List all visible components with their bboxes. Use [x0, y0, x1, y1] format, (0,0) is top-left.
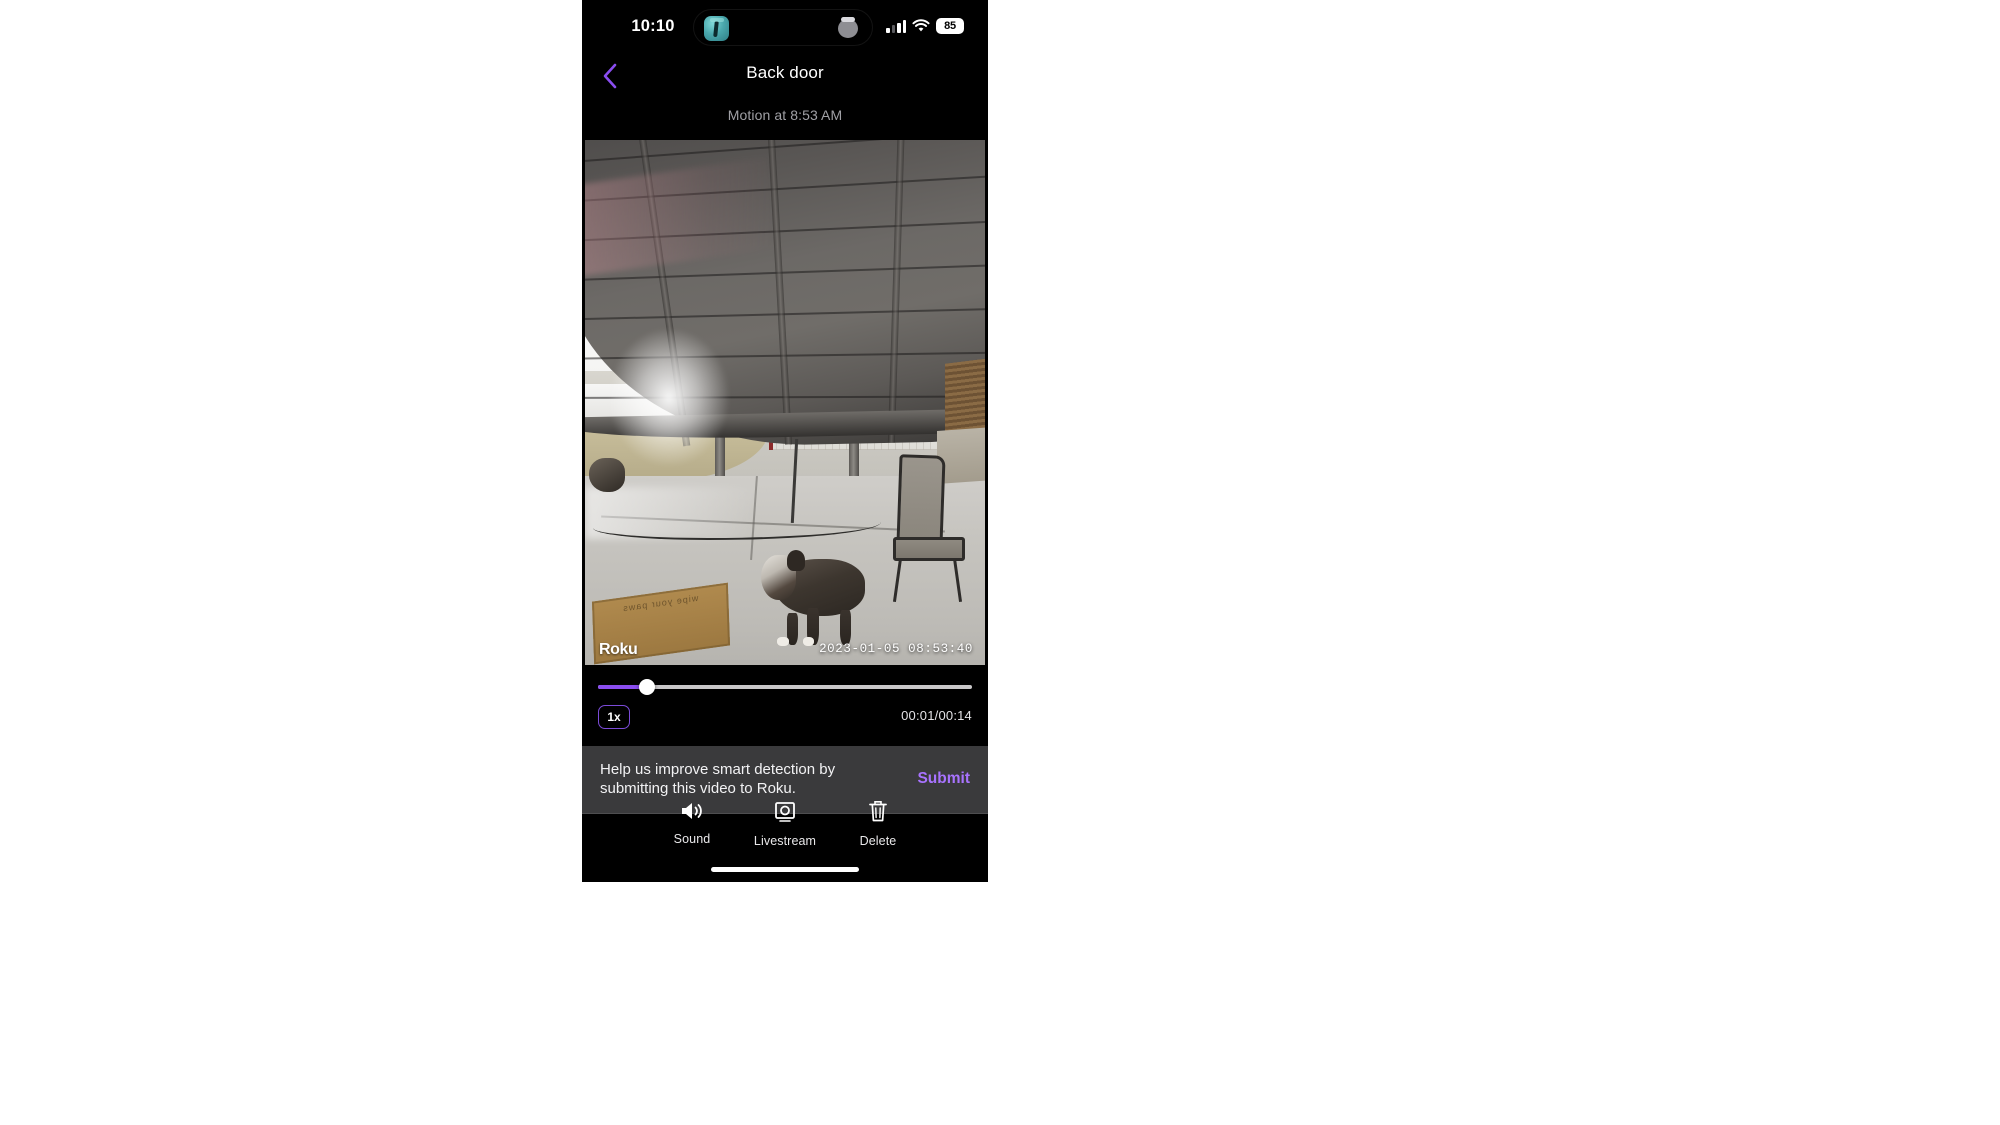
event-subtitle: Motion at 8:53 AM	[727, 107, 843, 123]
banner-message: Help us improve smart detection by submi…	[600, 761, 836, 798]
status-bar-indicators: 85	[886, 18, 964, 34]
video-player[interactable]: wipe your paws Roku 2023-01-05 08:53:40	[585, 140, 985, 665]
video-scrubber[interactable]	[598, 679, 972, 695]
sound-button[interactable]: Sound	[646, 800, 739, 848]
submit-button[interactable]: Submit	[907, 770, 970, 788]
sound-label: Sound	[673, 832, 711, 846]
sun-glare	[609, 329, 729, 466]
wifi-icon	[912, 19, 930, 33]
cellular-signal-icon	[886, 19, 906, 33]
screenshot-stage: 10:10 85 Back door Motion at 8:53 AM wip…	[0, 0, 2000, 1125]
scrubber-thumb[interactable]	[638, 679, 655, 695]
page-title: Back door	[746, 63, 824, 82]
livestream-label: Livestream	[753, 834, 817, 848]
home-indicator[interactable]	[711, 867, 859, 872]
speaker-icon	[682, 803, 702, 819]
dynamic-island[interactable]	[693, 9, 873, 46]
video-frame: wipe your paws	[585, 140, 985, 665]
battery-indicator: 85	[936, 18, 964, 34]
playback-time-label: 00:01/00:14	[901, 708, 972, 723]
livestream-button[interactable]: Livestream	[739, 800, 832, 848]
camera-app-icon[interactable]	[704, 16, 729, 41]
status-bar-time: 10:10	[631, 17, 675, 35]
navigation-bar: Back door	[582, 56, 988, 98]
delete-label: Delete	[859, 834, 897, 848]
recording-indicator	[838, 17, 858, 38]
player-controls: 1x 00:01/00:14	[598, 705, 972, 731]
background-dog	[589, 457, 625, 492]
bottom-toolbar: Sound Livestream Delete	[582, 800, 988, 848]
patio-chair	[889, 454, 977, 602]
video-timestamp: 2023-01-05 08:53:40	[819, 642, 973, 656]
status-bar: 10:10 85	[582, 0, 988, 56]
playback-speed-button[interactable]: 1x	[598, 705, 630, 729]
trash-icon	[869, 801, 887, 822]
delete-button[interactable]: Delete	[832, 800, 925, 848]
foreground-dog	[761, 550, 877, 647]
roku-watermark: Roku	[599, 641, 638, 658]
camera-icon	[775, 802, 795, 822]
phone-screen: 10:10 85 Back door Motion at 8:53 AM wip…	[582, 0, 988, 882]
